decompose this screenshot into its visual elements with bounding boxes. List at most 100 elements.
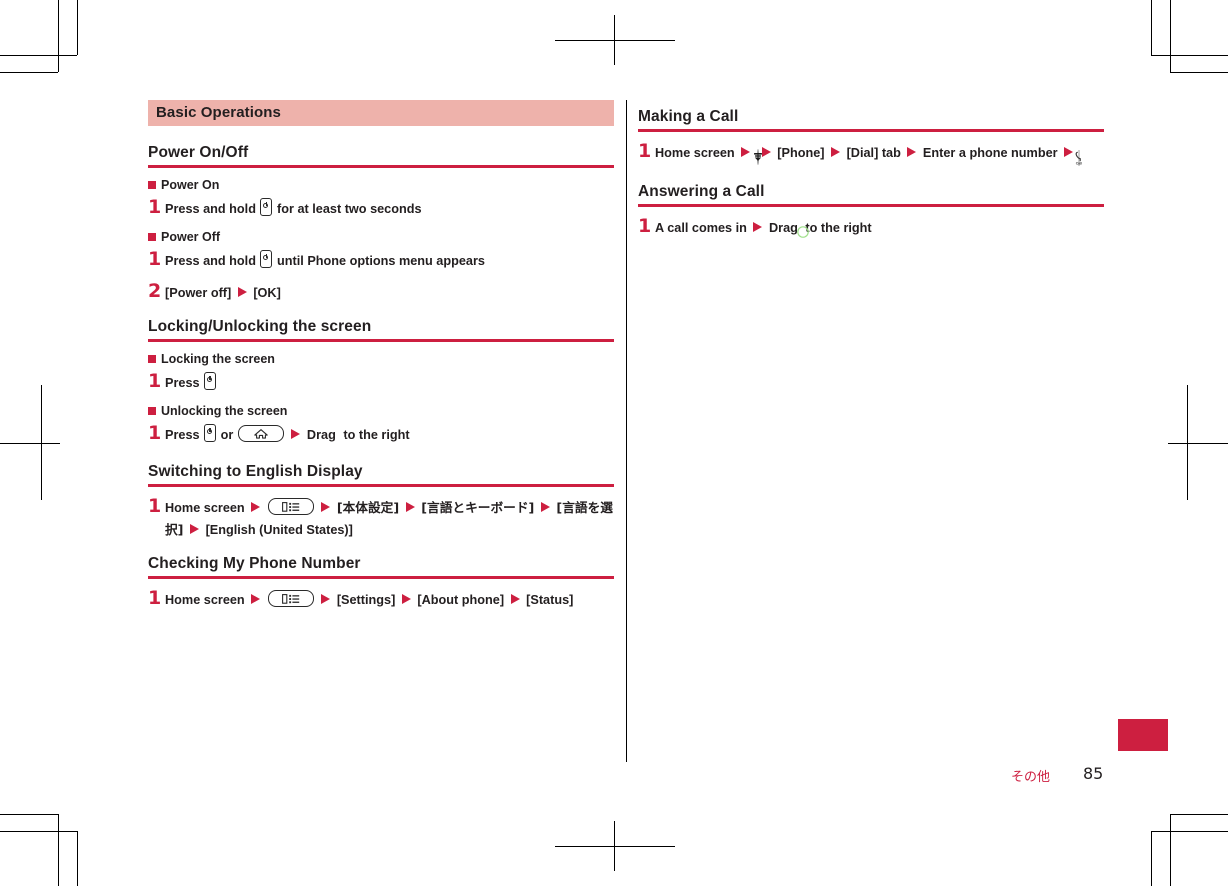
arrow-icon bbox=[540, 502, 550, 512]
step-number: 1 bbox=[148, 587, 162, 609]
step-number: 1 bbox=[638, 140, 652, 162]
left-column: Basic Operations Power On/Off Power On 1… bbox=[148, 100, 614, 621]
step-text: Home screen [Phone] [Dial] tab Enter a p… bbox=[655, 142, 1104, 169]
step-text-home-screen: Home screen bbox=[655, 146, 735, 160]
home-key-icon bbox=[237, 425, 284, 442]
arrow-icon bbox=[405, 502, 415, 512]
step-text: Press and hold until Phone options menu … bbox=[165, 250, 614, 272]
subheading-locking-label: Locking the screen bbox=[161, 352, 275, 366]
chapter-tab-marker bbox=[1118, 719, 1168, 751]
arrow-icon bbox=[831, 147, 841, 157]
step-answering-call-1: 1 A call comes in Drag to the right bbox=[638, 217, 1104, 243]
svg-text:Call: Call bbox=[1076, 161, 1083, 165]
step-text-tail: for at least two seconds bbox=[277, 202, 422, 216]
subheading-power-off: Power Off bbox=[148, 230, 614, 244]
arrow-icon bbox=[251, 502, 261, 512]
arrow-icon bbox=[251, 594, 261, 604]
arrow-icon bbox=[907, 147, 917, 157]
menu-option-jp-language-keyboard: [言語とキーボード] bbox=[421, 500, 535, 515]
step-number: 2 bbox=[148, 280, 162, 302]
red-square-bullet-icon bbox=[148, 181, 156, 189]
step-power-on-1: 1 Press and hold for at least two second… bbox=[148, 198, 614, 220]
footer-chapter-label: その他 bbox=[1011, 770, 1051, 785]
instruction-enter-number: Enter a phone number bbox=[922, 146, 1058, 160]
menu-option-phone: [Phone] bbox=[777, 146, 825, 160]
menu-option-dial-tab: [Dial] tab bbox=[846, 146, 901, 160]
step-lock-1: 1 Press bbox=[148, 372, 614, 394]
manual-page: Basic Operations Power On/Off Power On 1… bbox=[0, 0, 1228, 886]
red-square-bullet-icon bbox=[148, 355, 156, 363]
arrow-icon bbox=[401, 594, 411, 604]
action-drag: Drag bbox=[306, 428, 336, 442]
arrow-icon bbox=[291, 429, 301, 439]
subheading-locking: Locking the screen bbox=[148, 352, 614, 366]
step-number: 1 bbox=[148, 248, 162, 270]
step-number: 1 bbox=[638, 215, 652, 237]
step-unlock-1: 1 Press or Drag to the right bbox=[148, 424, 614, 449]
arrow-icon bbox=[741, 147, 751, 157]
menu-option-status: [Status] bbox=[526, 593, 574, 607]
step-text-lead: Press bbox=[165, 428, 200, 442]
subheading-power-off-label: Power Off bbox=[161, 230, 221, 244]
arrow-icon bbox=[190, 524, 200, 534]
heading-locking-unlocking: Locking/Unlocking the screen bbox=[148, 318, 614, 342]
menu-option-jp-device-settings: [本体設定] bbox=[336, 500, 400, 515]
arrow-icon bbox=[753, 222, 763, 232]
subheading-power-on: Power On bbox=[148, 178, 614, 192]
subheading-power-on-label: Power On bbox=[161, 178, 220, 192]
power-key-icon bbox=[204, 372, 217, 390]
step-text-lead: Press bbox=[165, 376, 200, 390]
heading-power-on-off: Power On/Off bbox=[148, 144, 614, 168]
step-number: 1 bbox=[148, 495, 162, 517]
heading-checking-phone-number: Checking My Phone Number bbox=[148, 555, 614, 579]
direction-text: to the right bbox=[343, 428, 410, 442]
step-text: Press bbox=[165, 372, 614, 394]
red-square-bullet-icon bbox=[148, 407, 156, 415]
step-text: Home screen [Settings] [About phone] [St… bbox=[165, 589, 614, 611]
power-key-icon bbox=[204, 424, 217, 442]
right-column: Making a Call 1 Home screen [Phone] [Dia… bbox=[638, 100, 1104, 253]
step-text-lead: Press and hold bbox=[165, 254, 256, 268]
step-text: [Power off] [OK] bbox=[165, 282, 614, 304]
step-text: A call comes in Drag to the right bbox=[655, 217, 1104, 243]
subheading-unlocking: Unlocking the screen bbox=[148, 404, 614, 418]
heading-making-a-call: Making a Call bbox=[638, 108, 1104, 132]
conjunction-or: or bbox=[220, 428, 234, 442]
step-check-number-1: 1 Home screen [Settings] [About phone] [… bbox=[148, 589, 614, 611]
section-banner-basic-operations: Basic Operations bbox=[148, 100, 614, 126]
menu-key-icon bbox=[267, 498, 314, 515]
step-power-off-2: 2 [Power off] [OK] bbox=[148, 282, 614, 304]
footer-page-number: 85 bbox=[1083, 764, 1104, 783]
heading-switching-english: Switching to English Display bbox=[148, 463, 614, 487]
condition-call-incoming: A call comes in bbox=[655, 221, 747, 235]
arrow-icon bbox=[321, 502, 331, 512]
step-text: Press and hold for at least two seconds bbox=[165, 198, 614, 220]
step-number: 1 bbox=[148, 370, 162, 392]
step-number: 1 bbox=[148, 196, 162, 218]
power-key-icon bbox=[260, 250, 273, 268]
arrow-icon bbox=[237, 287, 247, 297]
step-text-tail: until Phone options menu appears bbox=[277, 254, 485, 268]
heading-answering-a-call: Answering a Call bbox=[638, 183, 1104, 207]
menu-key-icon bbox=[267, 590, 314, 607]
menu-option-power-off: [Power off] bbox=[165, 286, 232, 300]
action-drag: Drag bbox=[768, 221, 798, 235]
step-text-home-screen: Home screen bbox=[165, 593, 245, 607]
call-button-icon: Call bbox=[1075, 150, 1083, 166]
step-text: Home screen [本体設定] [言語とキーボード] [言語を選択] [E… bbox=[165, 497, 614, 541]
step-text: Press or Drag to the right bbox=[165, 424, 614, 449]
power-key-icon bbox=[260, 198, 273, 216]
column-divider bbox=[626, 100, 627, 762]
step-power-off-1: 1 Press and hold until Phone options men… bbox=[148, 250, 614, 272]
menu-option-settings: [Settings] bbox=[336, 593, 396, 607]
red-square-bullet-icon bbox=[148, 233, 156, 241]
step-text-home-screen: Home screen bbox=[165, 501, 245, 515]
step-switch-english-1: 1 Home screen [本体設定] [言語とキーボード] [言語を選択] … bbox=[148, 497, 614, 541]
app-drawer-button-icon bbox=[753, 149, 762, 165]
menu-option-about-phone: [About phone] bbox=[417, 593, 505, 607]
direction-text: to the right bbox=[805, 221, 872, 235]
subheading-unlocking-label: Unlocking the screen bbox=[161, 404, 288, 418]
menu-option-ok: [OK] bbox=[253, 286, 281, 300]
step-making-call-1: 1 Home screen [Phone] [Dial] tab Enter a… bbox=[638, 142, 1104, 169]
arrow-icon bbox=[510, 594, 520, 604]
